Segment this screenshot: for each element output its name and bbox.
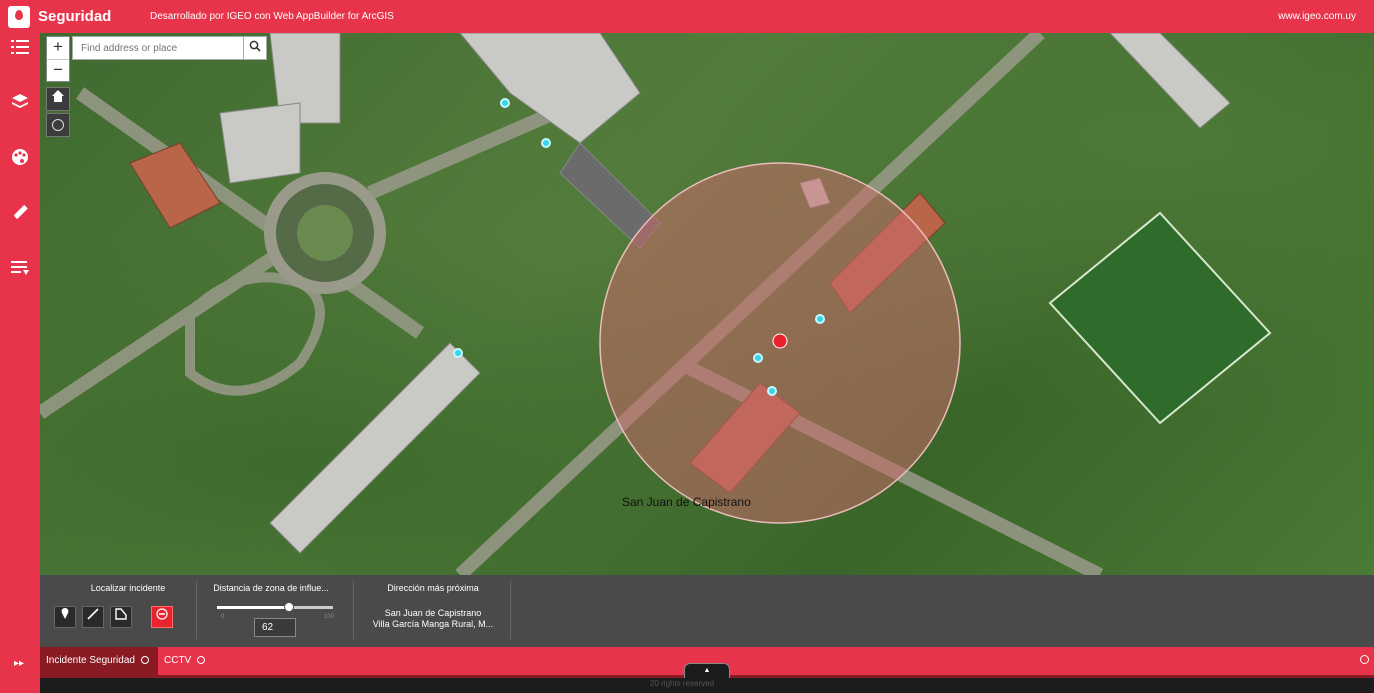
my-location-button[interactable] (46, 113, 70, 137)
tab-cctv[interactable]: CCTV (158, 647, 224, 675)
app-subtitle: Desarrollado por IGEO con Web AppBuilder… (150, 11, 394, 22)
search-button[interactable] (243, 36, 267, 60)
cctv-point (541, 138, 551, 148)
address-line-2: Villa García Manga Rural, M... (372, 619, 494, 629)
divider (510, 581, 511, 639)
toggle-table-button[interactable]: ▲ (684, 663, 730, 678)
home-icon (52, 90, 64, 102)
chevron-up-icon: ▲ (703, 667, 711, 674)
distance-input[interactable] (254, 618, 296, 637)
slider-max-label: 100 (324, 614, 335, 620)
search-input[interactable] (72, 36, 266, 60)
slider-min-label: 0 (221, 614, 225, 620)
list-icon[interactable] (9, 38, 31, 60)
cctv-point (453, 348, 463, 358)
nearest-address-title: Dirección más próxima (387, 583, 479, 593)
clear-button[interactable] (151, 606, 173, 628)
left-toolbar: ▸▸ (0, 33, 40, 693)
clear-icon (156, 608, 168, 620)
line-tool-button[interactable] (82, 606, 104, 628)
place-label: San Juan de Capistrano (622, 495, 751, 509)
tab-toggle-icon[interactable] (140, 656, 149, 665)
palette-icon[interactable] (9, 148, 31, 170)
zoom-control: + − (46, 36, 70, 82)
zoom-in-button[interactable]: + (47, 37, 69, 60)
cctv-point (767, 386, 777, 396)
attribution-text: 20 rights reserved (650, 679, 715, 688)
legend-icon[interactable] (9, 259, 31, 281)
cctv-point (753, 353, 763, 363)
locate-icon (52, 119, 64, 131)
slider-handle[interactable] (283, 602, 294, 612)
distance-title: Distancia de zona de influe... (213, 583, 329, 593)
search-icon (249, 40, 261, 52)
tab-toggle-icon[interactable] (197, 656, 206, 665)
divider (353, 581, 354, 639)
polygon-icon (115, 608, 127, 620)
address-line-1: San Juan de Capistrano (384, 608, 482, 618)
app-url-link[interactable]: www.igeo.com.uy (1278, 11, 1356, 22)
polygon-tool-button[interactable] (110, 606, 132, 628)
cctv-point (815, 314, 825, 324)
app-logo (8, 6, 30, 28)
expand-panel-icon[interactable]: ▸▸ (14, 658, 24, 669)
pin-icon (61, 608, 69, 619)
locate-incident-title: Localizar incidente (90, 583, 166, 593)
divider (196, 581, 197, 639)
point-tool-button[interactable] (54, 606, 76, 628)
tab-label: CCTV (164, 655, 192, 666)
close-icon[interactable] (1360, 655, 1369, 664)
zoom-out-button[interactable]: − (47, 60, 69, 82)
tab-label: Incidente Seguridad (46, 655, 135, 666)
map-view[interactable]: + − San Juan de Capistrano (40, 33, 1374, 575)
incident-marker (772, 333, 788, 349)
tab-incidente-seguridad[interactable]: Incidente Seguridad (40, 647, 158, 675)
satellite-imagery (40, 33, 1272, 575)
cctv-point (500, 98, 510, 108)
layers-icon[interactable] (9, 93, 31, 115)
home-button[interactable] (46, 87, 70, 111)
incident-panel: Localizar incidente Distancia de zona de… (40, 575, 1374, 647)
slider-fill (217, 606, 289, 609)
line-icon (87, 608, 99, 620)
ruler-icon[interactable] (9, 203, 31, 225)
app-title: Seguridad (38, 8, 112, 25)
app-header: Seguridad Desarrollado por IGEO con Web … (0, 0, 1374, 33)
distance-slider[interactable] (217, 602, 333, 612)
